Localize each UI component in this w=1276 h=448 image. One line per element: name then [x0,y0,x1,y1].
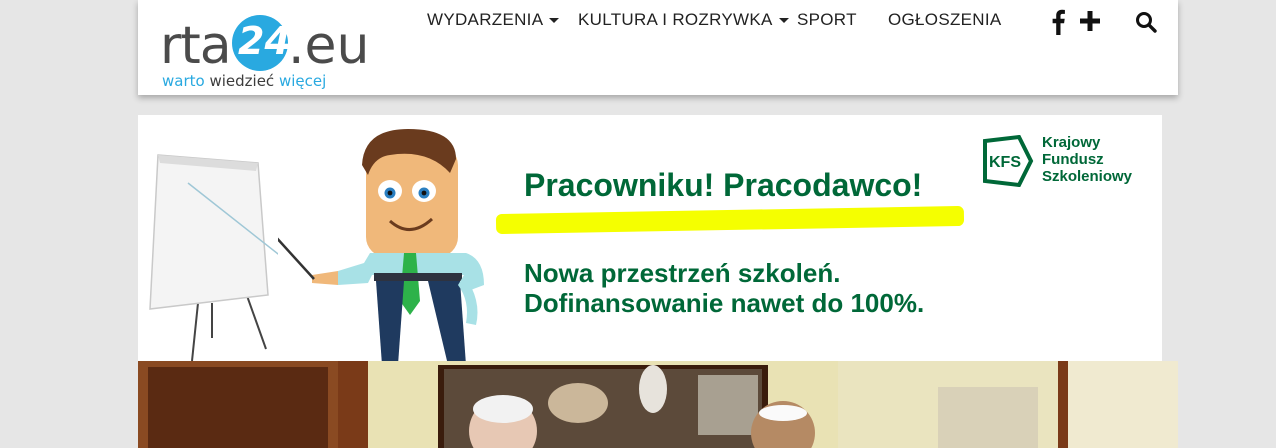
cartoon-man-illustration [278,129,484,361]
article-photo-image [138,361,1178,448]
plus-icon[interactable] [1079,10,1101,32]
nav-item-ogloszenia[interactable]: OGŁOSZENIA [888,10,1002,30]
banner-headline: Pracowniku! Pracodawco! [524,167,923,203]
kfs-name-line-2: Fundusz [1042,151,1104,168]
kfs-name-line-3: Szkoleniowy [1042,168,1133,185]
kfs-abbreviation: KFS [989,154,1021,171]
flipchart-illustration [149,154,278,361]
nav-item-kultura[interactable]: KULTURA I ROZRYWKA [578,10,789,30]
tagline-word-3: więcej [278,72,327,90]
caret-down-icon [778,18,789,24]
kfs-ad-banner[interactable]: Pracowniku! Pracodawco! Nowa przestrzeń … [138,115,1162,361]
nav-item-wydarzenia[interactable]: WYDARZENIA [427,10,560,30]
nav-label: KULTURA I ROZRYWKA [578,10,773,29]
highlight-stroke [495,205,965,235]
banner-line-2: Dofinansowanie nawet do 100%. [524,288,925,318]
tagline-word-2: wiedzieć [209,72,275,90]
nav-label: OGŁOSZENIA [888,10,1002,29]
facebook-icon[interactable] [1050,9,1066,35]
nav-item-sport[interactable]: SPORT [797,10,857,30]
kfs-logo-badge: KFS [983,135,1034,187]
logo-number: 24 [238,19,291,63]
site-logo[interactable]: rta 24 .eu warto wiedzieć więcej [160,14,369,94]
nav-label: WYDARZENIA [427,10,544,29]
kfs-name-line-1: Krajowy [1042,134,1101,151]
logo-prefix: rta [160,16,232,76]
banner-line-1: Nowa przestrzeń szkoleń. [524,258,841,288]
logo-suffix: .eu [288,16,370,76]
search-icon[interactable] [1135,11,1157,33]
nav-label: SPORT [797,10,857,29]
kfs-name: Krajowy Fundusz Szkoleniowy [1042,134,1132,185]
caret-down-icon [549,18,560,24]
logo-tagline: warto wiedzieć więcej [162,72,326,90]
article-photo[interactable] [138,361,1178,448]
tagline-word-1: warto [162,72,205,90]
site-header: rta 24 .eu warto wiedzieć więcej WYDARZE… [138,0,1178,95]
